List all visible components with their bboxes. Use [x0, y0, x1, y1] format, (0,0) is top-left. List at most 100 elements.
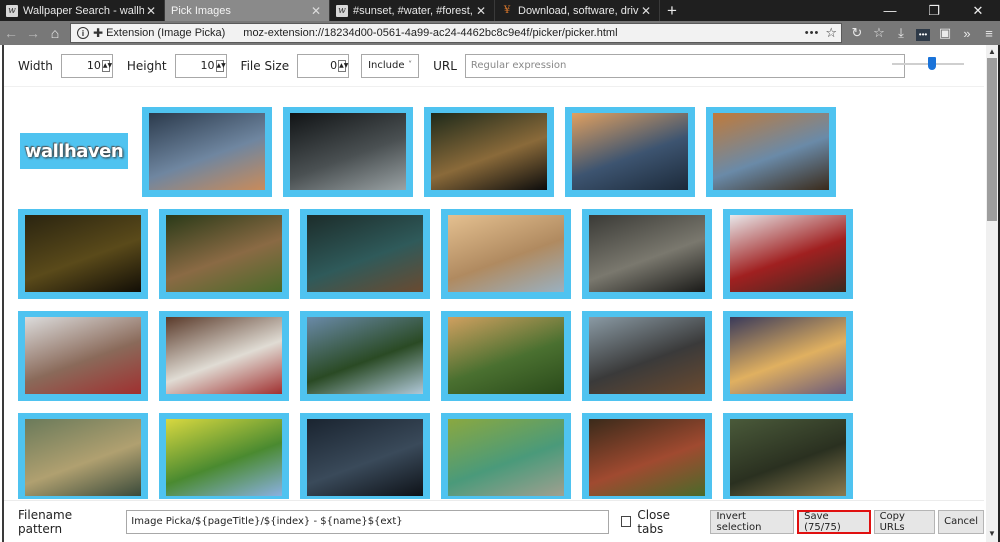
cancel-button[interactable]: Cancel — [938, 509, 984, 534]
reload-icon[interactable]: ↻ — [846, 25, 868, 41]
image-tile[interactable] — [159, 413, 289, 499]
image-tile[interactable] — [300, 413, 430, 499]
wallhaven-logo-tile[interactable]: wallhaven — [20, 133, 128, 169]
scroll-down-arrow[interactable]: ▼ — [986, 529, 998, 538]
download-site-icon: ¥ — [503, 5, 511, 16]
image-grid: wallhaven — [4, 89, 984, 499]
image-thumbnail-treehouse-forest — [730, 419, 846, 496]
image-tile[interactable] — [582, 209, 712, 299]
tab-wallpaper-search[interactable]: w Wallpaper Search - wallhaven.c ✕ — [0, 0, 165, 21]
image-tile[interactable] — [441, 209, 571, 299]
image-tile[interactable] — [582, 413, 712, 499]
action-bar: Filename pattern Image Picka/${pageTitle… — [4, 500, 984, 542]
image-thumbnail-girl-fur-hood-winter — [166, 317, 282, 394]
close-icon[interactable]: ✕ — [639, 4, 653, 18]
tab-title: Download, software, drivers, ga — [518, 4, 639, 17]
image-tile[interactable] — [565, 107, 695, 197]
height-input[interactable]: 10 ▲▼ — [174, 53, 227, 78]
image-tile[interactable] — [723, 209, 853, 299]
image-tile[interactable] — [424, 107, 554, 197]
image-thumbnail-waterfall-green-pool — [448, 419, 564, 496]
image-tile[interactable] — [441, 413, 571, 499]
image-tile[interactable] — [723, 311, 853, 401]
image-thumbnail-girl-white-hood-red — [730, 215, 846, 292]
nav-bar: ← → ⌂ i ✚ Extension (Image Picka) moz-ex… — [0, 21, 1000, 45]
image-picka-icon[interactable]: ▣ — [934, 25, 956, 41]
tab-pick-images[interactable]: Pick Images ✕ — [165, 0, 330, 21]
width-spinner[interactable]: ▲▼ — [101, 59, 112, 72]
image-tile[interactable] — [159, 209, 289, 299]
bookmark-star-icon[interactable]: ☆ — [825, 25, 837, 41]
image-thumbnail-green-hills-sunset — [448, 317, 564, 394]
image-tile[interactable] — [723, 413, 853, 499]
library-icon[interactable]: ☆ — [868, 25, 890, 41]
scrollbar-thumb[interactable] — [987, 58, 997, 221]
height-spinner[interactable]: ▲▼ — [215, 59, 226, 72]
tab-download-site[interactable]: ¥ Download, software, drivers, ga ✕ — [495, 0, 660, 21]
extension-dots-icon[interactable]: ••• — [912, 25, 934, 41]
new-tab-button[interactable]: + — [660, 0, 684, 21]
tab-sunset-search[interactable]: w #sunset, #water, #forest, #mist ✕ — [330, 0, 495, 21]
filesize-input[interactable]: 0 ▲▼ — [297, 53, 350, 78]
width-input[interactable]: 10 ▲▼ — [60, 53, 113, 78]
close-tabs-checkbox[interactable] — [621, 516, 632, 527]
image-tile[interactable] — [142, 107, 272, 197]
picker-page: Width 10 ▲▼ Height 10 ▲▼ File Size 0 ▲▼ … — [2, 45, 984, 542]
overflow-icon[interactable]: » — [956, 26, 978, 41]
image-thumbnail-girl-fur-hood-closeup — [25, 317, 141, 394]
image-thumbnail-ocean-rocks-sunset — [572, 113, 688, 190]
close-icon[interactable]: ✕ — [309, 4, 323, 18]
close-icon[interactable]: ✕ — [474, 4, 488, 18]
image-thumbnail-misty-pine-path — [589, 317, 705, 394]
image-thumbnail-forest-woman-wolf — [290, 113, 406, 190]
image-tile[interactable] — [283, 107, 413, 197]
filesize-label: File Size — [240, 58, 290, 73]
close-window-button[interactable]: ✕ — [956, 3, 1000, 19]
image-tile[interactable] — [300, 311, 430, 401]
tab-strip: w Wallpaper Search - wallhaven.c ✕ Pick … — [0, 0, 1000, 21]
forward-button[interactable]: → — [22, 22, 44, 44]
info-icon[interactable]: i — [77, 27, 89, 39]
image-thumbnail-foggy-forest-structure — [589, 215, 705, 292]
scroll-up-arrow[interactable]: ▲ — [986, 47, 998, 56]
close-tabs-label: Close tabs — [637, 507, 671, 536]
filename-pattern-input[interactable]: Image Picka/${pageTitle}/${index} - ${na… — [126, 509, 610, 534]
height-label: Height — [126, 58, 167, 73]
url-regex-input[interactable]: Regular expression — [464, 53, 905, 78]
close-tabs-option[interactable]: Close tabs — [621, 508, 694, 536]
image-tile[interactable] — [159, 311, 289, 401]
page-actions-icon[interactable]: ••• — [805, 27, 820, 39]
image-tile[interactable] — [706, 107, 836, 197]
image-thumbnail-aerial-river-forest — [307, 215, 423, 292]
browser-window: w Wallpaper Search - wallhaven.c ✕ Pick … — [0, 0, 1000, 542]
width-label: Width — [18, 58, 53, 73]
save-button[interactable]: Save (75/75) — [797, 509, 871, 534]
image-tile[interactable] — [18, 311, 148, 401]
download-icon[interactable]: ⤓ — [890, 25, 912, 41]
address-bar[interactable]: i ✚ Extension (Image Picka) moz-extensio… — [70, 23, 842, 43]
home-button[interactable]: ⌂ — [44, 22, 66, 44]
url-mode-select[interactable]: Include ˅ — [361, 53, 420, 78]
back-button[interactable]: ← — [0, 22, 22, 44]
image-tile[interactable] — [582, 311, 712, 401]
image-tile[interactable] — [18, 413, 148, 499]
image-tile[interactable] — [300, 209, 430, 299]
copy-urls-button[interactable]: Copy URLs — [873, 509, 936, 534]
image-thumbnail-redwood-road — [589, 419, 705, 496]
filesize-spinner[interactable]: ▲▼ — [338, 59, 348, 72]
thumbnail-size-slider[interactable] — [892, 57, 964, 70]
menu-icon[interactable]: ≡ — [978, 26, 1000, 41]
image-tile[interactable] — [441, 311, 571, 401]
url-text[interactable]: moz-extension://18234d00-0561-4a99-ac24-… — [243, 27, 617, 39]
tab-title: #sunset, #water, #forest, #mist — [353, 4, 474, 17]
invert-selection-button[interactable]: Invert selection — [710, 509, 795, 534]
wallhaven-icon: w — [336, 4, 348, 17]
restore-button[interactable]: ❐ — [912, 3, 956, 19]
image-tile[interactable] — [18, 209, 148, 299]
minimize-button[interactable]: — — [868, 3, 912, 18]
page-scrollbar[interactable]: ▲ ▼ — [986, 45, 1000, 542]
tab-title: Wallpaper Search - wallhaven.c — [23, 4, 144, 17]
toolbar-icons: ↻ ☆ ⤓ ••• ▣ » ≡ — [846, 21, 1000, 45]
close-icon[interactable]: ✕ — [144, 4, 158, 18]
slider-thumb[interactable] — [927, 57, 936, 70]
